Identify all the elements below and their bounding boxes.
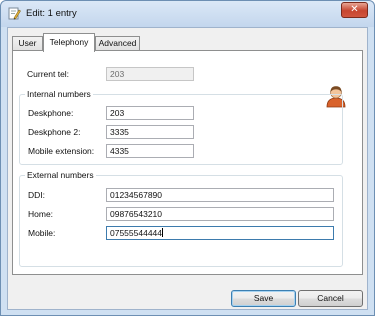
internal-numbers-group: Internal numbers Deskphone: 203 Deskphon… <box>19 89 343 165</box>
external-numbers-group: External numbers DDI: 01234567890 Home: … <box>19 170 343 267</box>
mobile-input[interactable]: 07555544444 <box>106 226 334 240</box>
dialog-client-area: User Telephony Advanced Current tel: 203… <box>7 27 368 310</box>
ddi-input[interactable]: 01234567890 <box>106 188 334 202</box>
current-tel-label: Current tel: <box>27 69 70 79</box>
mobile-extension-input[interactable]: 4335 <box>106 144 194 158</box>
deskphone2-input[interactable]: 3335 <box>106 125 194 139</box>
title-bar[interactable]: Edit: 1 entry ✕ <box>1 1 374 27</box>
save-button[interactable]: Save <box>231 290 296 307</box>
mobile-label: Mobile: <box>28 228 56 238</box>
tab-user[interactable]: User <box>12 36 43 51</box>
mobile-extension-label: Mobile extension: <box>28 146 95 156</box>
current-tel-field: 203 <box>106 67 194 81</box>
deskphone2-label: Deskphone 2: <box>28 127 81 137</box>
window-title: Edit: 1 entry <box>26 8 77 19</box>
deskphone-label: Deskphone: <box>28 108 74 118</box>
telephony-panel: Current tel: 203 Internal numbers Deskph… <box>12 50 363 275</box>
internal-numbers-title: Internal numbers <box>25 89 93 99</box>
edit-dialog-window: Edit: 1 entry ✕ User Telephony Advanced … <box>0 0 375 316</box>
tab-telephony[interactable]: Telephony <box>43 33 95 52</box>
home-label: Home: <box>28 209 54 219</box>
external-numbers-title: External numbers <box>25 170 96 180</box>
text-caret <box>162 228 164 237</box>
home-input[interactable]: 09876543210 <box>106 207 334 221</box>
edit-document-icon <box>8 7 21 20</box>
mobile-input-value: 07555544444 <box>110 228 163 238</box>
tab-advanced[interactable]: Advanced <box>95 36 140 51</box>
cancel-button[interactable]: Cancel <box>298 290 363 307</box>
ddi-label: DDI: <box>28 190 45 200</box>
close-button[interactable]: ✕ <box>341 2 368 18</box>
deskphone-input[interactable]: 203 <box>106 106 194 120</box>
